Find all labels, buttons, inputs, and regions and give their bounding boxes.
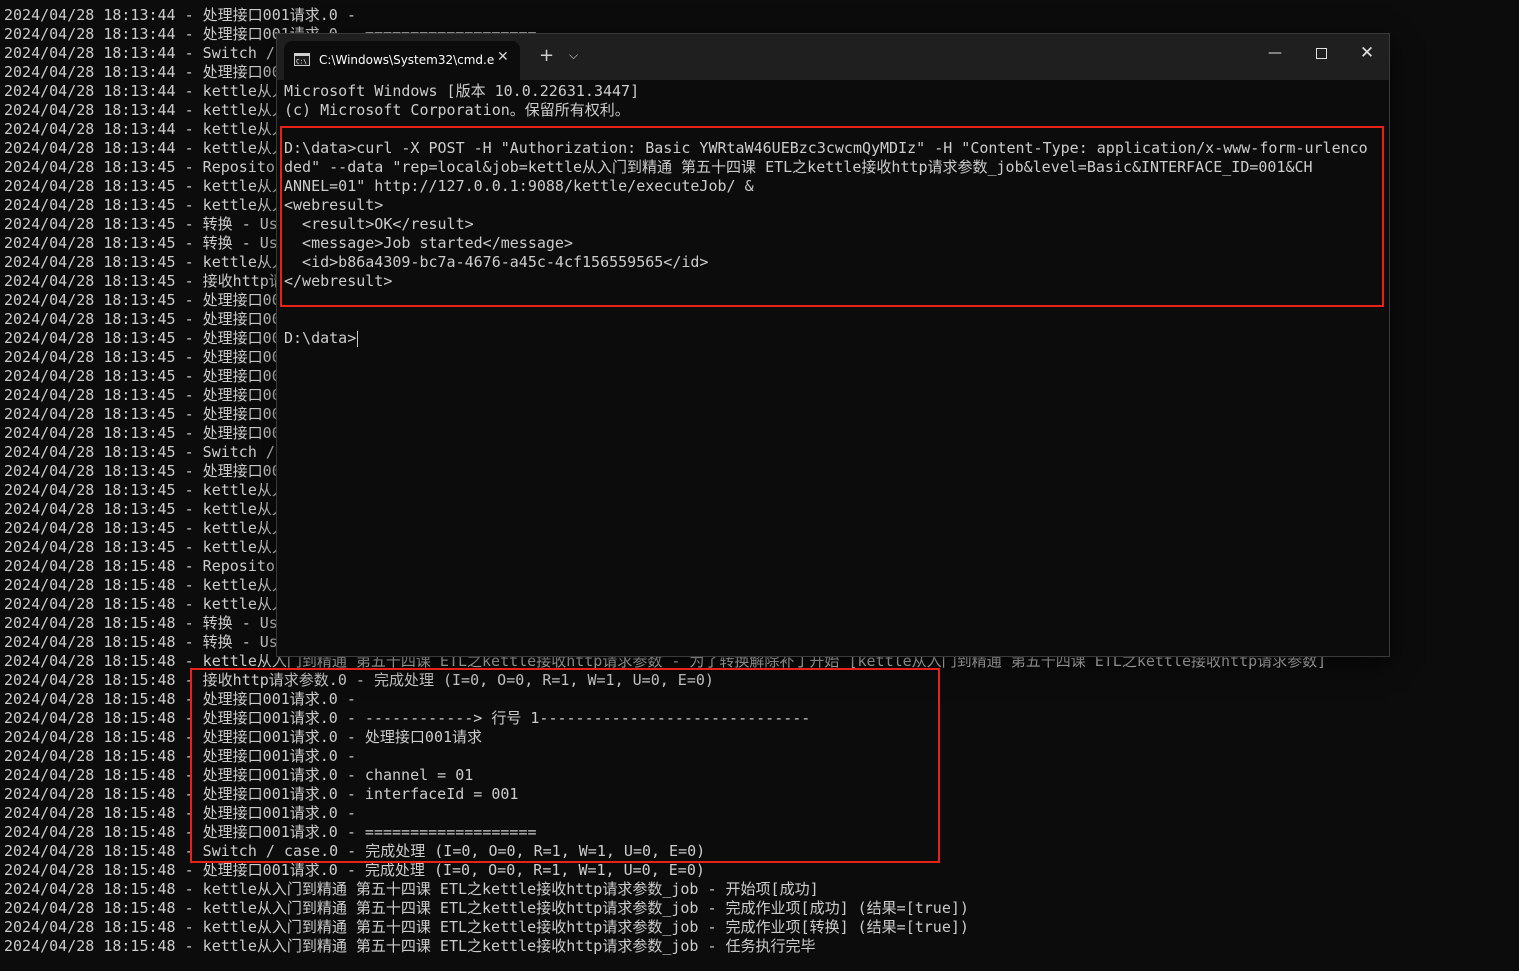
minimize-icon: — — [1268, 45, 1282, 61]
terminal-output[interactable]: Microsoft Windows [版本 10.0.22631.3447] (c… — [284, 82, 1384, 348]
log-line: 2024/04/28 18:15:48 - 处理接口001请求.0 - ====… — [4, 823, 537, 841]
terminal-line: <message>Job started</message> — [284, 234, 573, 252]
log-line: 2024/04/28 18:15:48 - Switch / case.0 - … — [4, 842, 706, 860]
log-line: 2024/04/28 18:15:48 - 处理接口001请求.0 - 处理接口… — [4, 728, 483, 746]
cmd-icon: C:\ — [294, 53, 310, 66]
log-line: 2024/04/28 18:15:48 - 处理接口001请求.0 - — [4, 690, 356, 708]
minimize-button[interactable]: — — [1252, 34, 1298, 72]
prompt-text: D:\data> — [284, 329, 357, 347]
terminal-line: ded" --data "rep=local&job=kettle从入门到精通 … — [284, 158, 1313, 176]
maximize-icon — [1316, 48, 1327, 59]
tab-cmd[interactable]: C:\ C:\Windows\System32\cmd.e ✕ — [284, 41, 520, 80]
log-line: 2024/04/28 18:13:44 - 处理接口001请求.0 - — [4, 6, 356, 24]
log-line: 2024/04/28 18:15:48 - 处理接口001请求.0 - chan… — [4, 766, 474, 784]
log-line: 2024/04/28 18:15:48 - 接收http请求参数.0 - 完成处… — [4, 671, 714, 689]
log-line: 2024/04/28 18:15:48 - 处理接口001请求.0 - ----… — [4, 709, 811, 727]
command-prompt[interactable]: D:\data> — [284, 329, 1384, 348]
terminal-line: (c) Microsoft Corporation。保留所有权利。 — [284, 101, 630, 119]
text-cursor — [357, 330, 359, 347]
title-bar[interactable]: C:\ C:\Windows\System32\cmd.e ✕ + ⌵ — ✕ — [277, 34, 1389, 80]
tab-title: C:\Windows\System32\cmd.e — [319, 53, 495, 67]
terminal-line: <id>b86a4309-bc7a-4676-a45c-4cf156559565… — [284, 253, 709, 271]
log-line: 2024/04/28 18:15:48 - 处理接口001请求.0 - 完成处理… — [4, 861, 705, 879]
log-line: 2024/04/28 18:15:48 - 处理接口001请求.0 - inte… — [4, 785, 519, 803]
close-icon: ✕ — [1359, 43, 1375, 63]
close-button[interactable]: ✕ — [1344, 34, 1390, 72]
maximize-button[interactable] — [1298, 34, 1344, 72]
terminal-line: </webresult> — [284, 272, 393, 290]
terminal-line: ANNEL=01" http://127.0.0.1:9088/kettle/e… — [284, 177, 754, 195]
terminal-line: <result>OK</result> — [284, 215, 474, 233]
log-line: 2024/04/28 18:15:48 - 处理接口001请求.0 - — [4, 747, 356, 765]
log-line: 2024/04/28 18:15:48 - kettle从入门到精通 第五十四课… — [4, 918, 969, 936]
log-line: 2024/04/28 18:15:48 - kettle从入门到精通 第五十四课… — [4, 937, 816, 955]
new-tab-button[interactable]: + — [539, 47, 554, 65]
terminal-line: Microsoft Windows [版本 10.0.22631.3447] — [284, 82, 640, 100]
tab-close-icon[interactable]: ✕ — [497, 49, 509, 65]
terminal-window[interactable]: C:\ C:\Windows\System32\cmd.e ✕ + ⌵ — ✕ … — [276, 33, 1390, 657]
svg-text:C:\: C:\ — [296, 59, 307, 66]
log-line: 2024/04/28 18:15:48 - 处理接口001请求.0 - — [4, 804, 356, 822]
log-line: 2024/04/28 18:15:48 - kettle从入门到精通 第五十四课… — [4, 899, 969, 917]
terminal-line: D:\data>curl -X POST -H "Authorization: … — [284, 139, 1368, 157]
tab-dropdown-icon[interactable]: ⌵ — [569, 48, 578, 63]
terminal-line: <webresult> — [284, 196, 384, 214]
log-line: 2024/04/28 18:15:48 - kettle从入门到精通 第五十四课… — [4, 880, 819, 898]
